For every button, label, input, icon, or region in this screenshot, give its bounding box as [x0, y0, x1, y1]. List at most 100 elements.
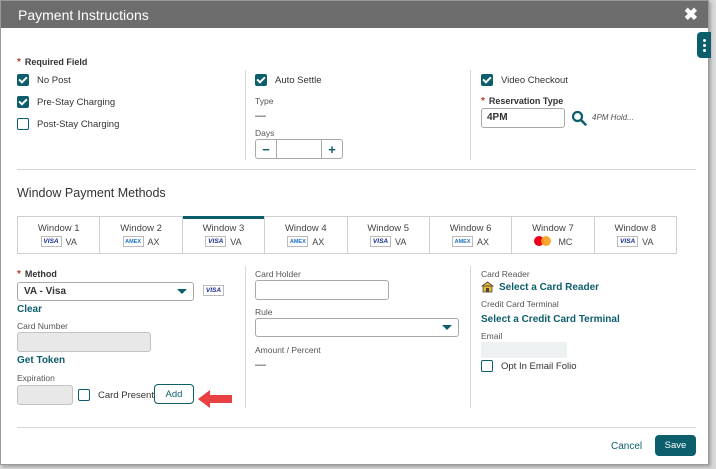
method-value: VA - Visa	[24, 286, 67, 297]
auto-settle-checkbox[interactable]: Auto Settle	[255, 74, 321, 86]
required-asterisk: *	[17, 269, 21, 280]
card-reader-icon	[481, 281, 494, 293]
checkbox-box[interactable]	[255, 74, 267, 86]
required-asterisk: *	[17, 57, 21, 68]
window-tabs: Window 1 VISA VA Window 2 AMEX AX Window 3…	[17, 216, 677, 254]
amount-percent-value: —	[255, 359, 266, 371]
save-button[interactable]: Save	[655, 435, 696, 456]
select-card-reader-link-wrap[interactable]: Select a Card Reader	[481, 281, 599, 293]
amex-logo-icon: AMEX	[287, 236, 309, 247]
card-holder-label: Card Holder	[255, 269, 301, 279]
post-stay-charging-checkbox[interactable]: Post-Stay Charging	[17, 118, 119, 130]
tab-label: Window 2	[120, 223, 162, 234]
days-input[interactable]	[276, 140, 322, 158]
card-code: AX	[312, 236, 325, 247]
card-code: VA	[230, 236, 242, 247]
card-code: VA	[65, 236, 77, 247]
tab-label: Window 3	[202, 223, 245, 234]
tab-window-2[interactable]: Window 2 AMEX AX	[100, 217, 183, 253]
checkbox-box[interactable]	[78, 389, 90, 401]
checkbox-box[interactable]	[17, 74, 29, 86]
tab-label: Window 6	[449, 223, 492, 234]
card-present-checkbox[interactable]: Card Present	[78, 389, 154, 401]
decrement-button[interactable]: −	[256, 140, 276, 158]
search-icon[interactable]	[571, 110, 587, 126]
checkbox-box[interactable]	[481, 74, 493, 86]
tab-window-5[interactable]: Window 5 VISA VA	[348, 217, 430, 253]
rule-label: Rule	[255, 307, 273, 317]
checkbox-box[interactable]	[17, 96, 29, 108]
days-label: Days	[255, 128, 275, 138]
email-field[interactable]	[481, 342, 567, 358]
rule-select[interactable]	[255, 318, 459, 337]
expiration-input[interactable]	[17, 385, 73, 405]
select-terminal-link[interactable]: Select a Credit Card Terminal	[481, 314, 620, 325]
pre-stay-label: Pre-Stay Charging	[37, 96, 116, 108]
card-number-label: Card Number	[17, 321, 69, 331]
type-label: Type	[255, 96, 274, 106]
column-divider	[245, 266, 246, 408]
tab-window-1[interactable]: Window 1 VISA VA	[18, 217, 101, 253]
more-options-icon[interactable]	[697, 32, 711, 58]
visa-logo-icon: VISA	[40, 236, 62, 247]
no-post-label: No Post	[37, 74, 71, 86]
opt-in-email-folio-label: Opt In Email Folio	[501, 360, 577, 372]
tab-label: Window 5	[367, 223, 410, 234]
pointer-arrow-icon	[198, 390, 232, 408]
chevron-down-icon	[442, 325, 452, 330]
close-icon[interactable]: ✖	[684, 6, 698, 23]
auto-settle-label: Auto Settle	[275, 74, 322, 86]
add-button[interactable]: Add	[154, 384, 194, 404]
required-field-note: * Required Field	[17, 57, 87, 68]
type-value: —	[255, 110, 266, 122]
tab-window-3[interactable]: Window 3 VISA VA	[182, 216, 266, 253]
pre-stay-charging-checkbox[interactable]: Pre-Stay Charging	[17, 96, 115, 108]
credit-card-terminal-label: Credit Card Terminal	[481, 299, 559, 309]
card-code: AX	[147, 236, 160, 247]
expiration-label: Expiration	[17, 373, 55, 383]
visa-logo-icon: VISA	[205, 236, 227, 247]
select-card-reader-link[interactable]: Select a Card Reader	[499, 282, 599, 293]
card-code: VA	[395, 236, 407, 247]
tab-label: Window 4	[284, 223, 327, 234]
reservation-type-label-wrap: * Reservation Type	[481, 96, 563, 107]
tab-label: Window 8	[614, 223, 657, 234]
get-token-link[interactable]: Get Token	[17, 355, 65, 366]
column-divider	[470, 266, 471, 408]
section-divider	[17, 169, 696, 170]
card-code: AX	[477, 236, 490, 247]
dialog-titlebar: Payment Instructions ✖	[1, 1, 708, 28]
column-divider	[245, 70, 246, 160]
tab-label: Window 7	[532, 223, 574, 234]
card-holder-input[interactable]	[255, 280, 389, 300]
no-post-checkbox[interactable]: No Post	[17, 74, 71, 86]
tab-window-8[interactable]: Window 8 VISA VA	[595, 217, 676, 253]
email-label: Email	[481, 331, 503, 341]
clear-link[interactable]: Clear	[17, 304, 42, 315]
checkbox-box[interactable]	[481, 360, 493, 372]
required-asterisk: *	[481, 96, 485, 107]
method-label-wrap: * Method	[17, 269, 57, 280]
increment-button[interactable]: +	[322, 140, 342, 158]
reservation-type-input[interactable]: 4PM	[481, 108, 565, 128]
window-payment-methods-title: Window Payment Methods	[17, 186, 166, 200]
reservation-type-label: Reservation Type	[488, 96, 564, 106]
video-checkout-checkbox[interactable]: Video Checkout	[481, 74, 568, 86]
amount-percent-label: Amount / Percent	[255, 345, 321, 355]
chevron-down-icon	[177, 289, 187, 294]
card-number-input[interactable]	[17, 332, 151, 352]
card-present-label: Card Present	[98, 389, 154, 401]
method-label: Method	[24, 269, 57, 279]
tab-window-4[interactable]: Window 4 AMEX AX	[265, 217, 348, 253]
tab-window-6[interactable]: Window 6 AMEX AX	[430, 217, 513, 253]
method-select[interactable]: VA - Visa	[17, 282, 194, 301]
column-divider	[470, 70, 471, 160]
days-stepper[interactable]: − +	[255, 139, 343, 159]
tab-window-7[interactable]: Window 7 MC	[512, 217, 595, 253]
mastercard-logo-icon	[533, 236, 554, 247]
cancel-button[interactable]: Cancel	[611, 441, 642, 452]
visa-logo-icon: VISA	[617, 236, 639, 247]
tab-label: Window 1	[37, 223, 80, 234]
checkbox-box[interactable]	[17, 118, 29, 130]
opt-in-email-folio-checkbox[interactable]: Opt In Email Folio	[481, 360, 577, 372]
